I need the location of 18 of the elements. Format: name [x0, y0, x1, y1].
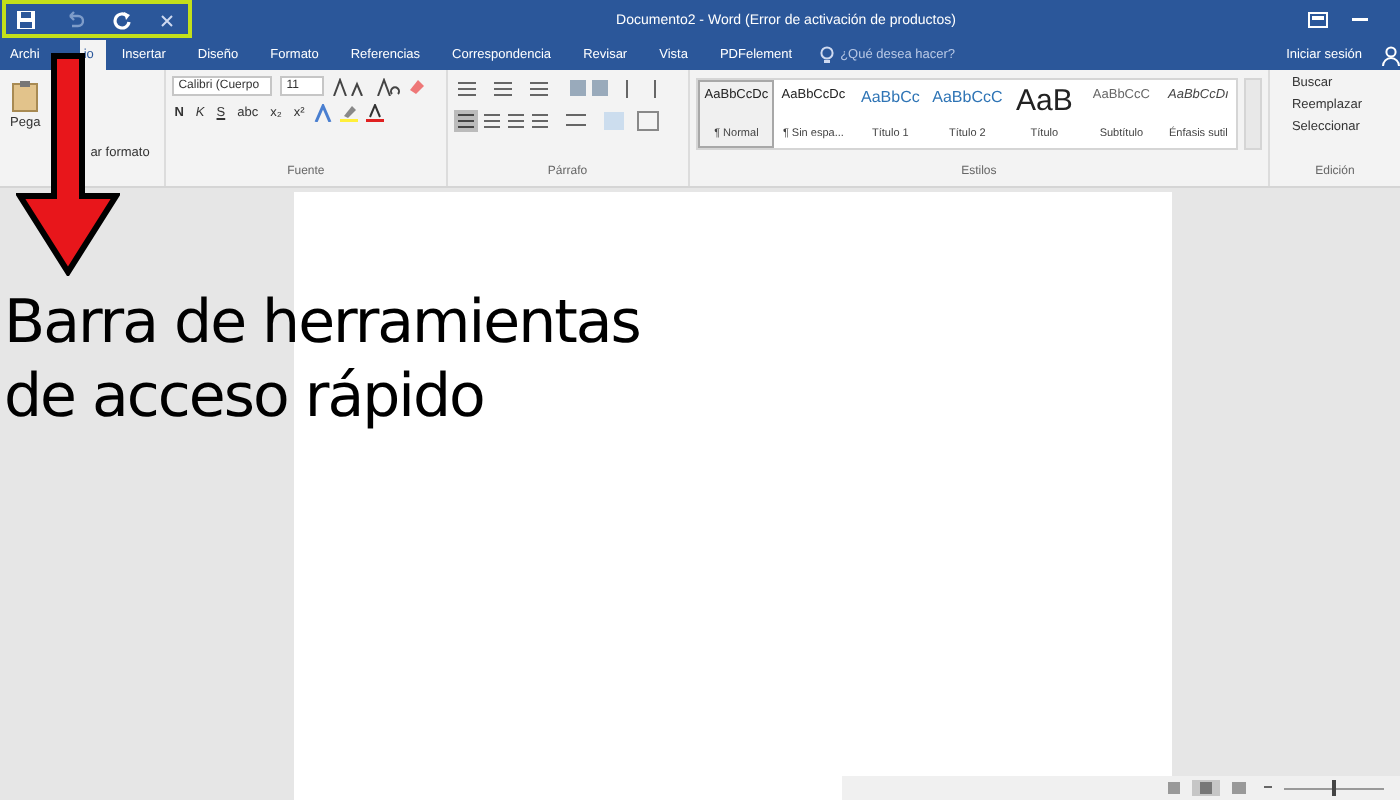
lightbulb-icon: [820, 46, 835, 64]
annotation-line: de acceso rápido: [4, 360, 486, 434]
case-icon[interactable]: [376, 77, 401, 95]
undo-icon[interactable]: [64, 10, 84, 30]
minimize-icon[interactable]: [1352, 18, 1368, 22]
text-effects-icon[interactable]: [314, 104, 333, 122]
font-color-icon[interactable]: [366, 104, 385, 122]
clipboard-icon: [11, 80, 40, 112]
repeat-icon[interactable]: [112, 10, 132, 30]
view-buttons-icon[interactable]: [1164, 780, 1252, 796]
grow-font-icon[interactable]: [332, 77, 369, 95]
save-icon[interactable]: [16, 10, 36, 30]
ribbon-options-icon[interactable]: [1308, 12, 1328, 28]
gallery-scrollbar[interactable]: [1244, 78, 1262, 150]
customize-icon[interactable]: [160, 13, 174, 27]
person-icon[interactable]: [1382, 45, 1400, 65]
highlighter-icon[interactable]: [340, 104, 359, 122]
annotation-line: Barra de herramientas: [4, 286, 640, 360]
